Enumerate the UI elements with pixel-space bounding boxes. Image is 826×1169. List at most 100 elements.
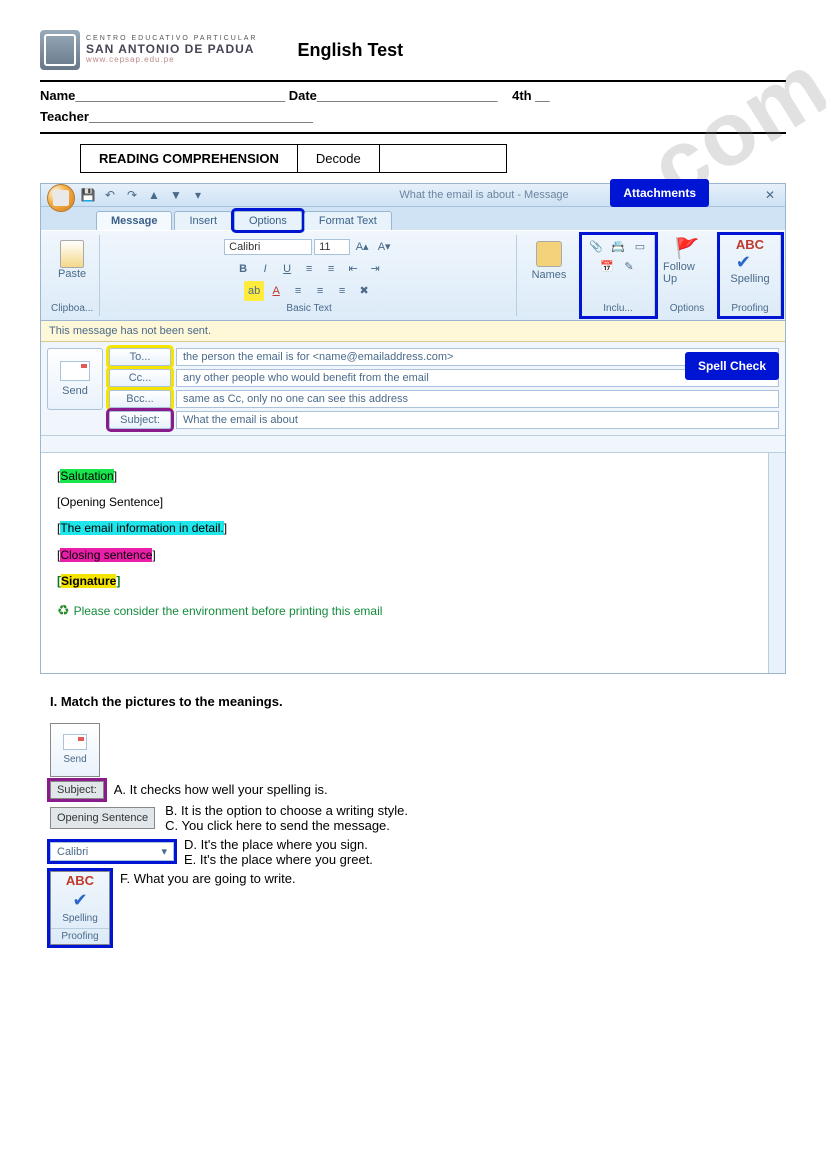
italic-button[interactable]: I (255, 259, 275, 279)
tab-options[interactable]: Options (234, 211, 302, 230)
business-card-icon[interactable]: ▭ (630, 237, 650, 257)
option-f: F. What you are going to write. (120, 871, 296, 886)
flag-icon: 🚩 (675, 236, 700, 261)
to-button[interactable]: To... (109, 348, 171, 366)
followup-button[interactable]: 🚩 Follow Up (663, 237, 711, 285)
paste-icon (60, 240, 84, 268)
underline-button[interactable]: U (277, 259, 297, 279)
scrollbar[interactable] (768, 453, 785, 673)
paste-button[interactable]: Paste (53, 237, 91, 283)
clear-format-icon[interactable]: ✖ (354, 281, 374, 301)
address-area: Spell Check Send To... the person the em… (41, 342, 785, 436)
signature-placeholder: Signature (61, 574, 116, 588)
school-logo: CENTRO EDUCATIVO PARTICULAR SAN ANTONIO … (40, 30, 257, 70)
font-size-selector[interactable]: 11 (314, 239, 350, 255)
prev-icon[interactable]: ▲ (145, 187, 163, 203)
font-selector[interactable]: Calibri (224, 239, 312, 255)
abc-icon: ABC✔ (736, 237, 764, 273)
match-send-image: Send (50, 723, 100, 777)
bcc-input[interactable]: same as Cc, only no one can see this add… (176, 390, 779, 408)
highlight-icon[interactable]: ab (244, 281, 264, 301)
name-field[interactable]: Name_____________________________ (40, 88, 285, 103)
match-proofing-label: Proofing (51, 928, 109, 942)
page-title: English Test (297, 40, 403, 61)
form-fields: Name_____________________________ Date__… (40, 80, 786, 134)
tab-insert[interactable]: Insert (174, 211, 232, 230)
box-cell3 (379, 144, 506, 172)
basic-text-label: Basic Text (286, 303, 331, 314)
names-button[interactable]: Names (525, 237, 573, 285)
outdent-icon[interactable]: ⇤ (343, 259, 363, 279)
teacher-field[interactable]: Teacher_______________________________ (40, 109, 313, 124)
undo-icon[interactable]: ↶ (101, 187, 119, 203)
qat-more-icon[interactable]: ▾ (189, 187, 207, 203)
signature-icon[interactable]: ✎ (619, 257, 639, 277)
numbering-icon[interactable]: ≡ (321, 259, 341, 279)
bullets-icon[interactable]: ≡ (299, 259, 319, 279)
clipboard-group: Paste Clipboa... (45, 235, 100, 316)
tab-message[interactable]: Message (96, 211, 172, 230)
grade-field[interactable]: 4th __ (512, 88, 550, 103)
box-cell1: READING COMPREHENSION (81, 144, 298, 172)
indent-icon[interactable]: ⇥ (365, 259, 385, 279)
salutation-placeholder: Salutation (60, 469, 113, 483)
options-group: 🚩 Follow Up Options (657, 235, 718, 316)
tab-format-text[interactable]: Format Text (304, 211, 392, 230)
chevron-down-icon: ▾ (161, 845, 167, 858)
grow-font-icon[interactable]: A▴ (352, 237, 372, 257)
opening-placeholder: [Opening Sentence] (57, 489, 769, 515)
include-group: 📎 📇 ▭ 📅 ✎ Inclu... (582, 235, 655, 316)
environment-msg: Please consider the environment before p… (74, 604, 383, 618)
subject-button[interactable]: Subject: (109, 411, 171, 429)
attach-item-icon[interactable]: 📇 (608, 237, 628, 257)
align-center-icon[interactable]: ≡ (310, 281, 330, 301)
match-font-image: Calibri ▾ (50, 842, 174, 861)
logo-line3: www.cepsap.edu.pe (86, 56, 257, 65)
box-cell2: Decode (297, 144, 379, 172)
closing-placeholder: Closing sentence (60, 548, 152, 562)
names-label: Names (532, 269, 567, 281)
redo-icon[interactable]: ↷ (123, 187, 141, 203)
subject-input[interactable]: What the email is about (176, 411, 779, 429)
font-color-icon[interactable]: A (266, 281, 286, 301)
document-header: CENTRO EDUCATIVO PARTICULAR SAN ANTONIO … (40, 30, 786, 70)
ruler (41, 436, 785, 453)
option-a: A. It checks how well your spelling is. (114, 782, 328, 797)
include-label: Inclu... (603, 303, 632, 314)
attach-file-icon[interactable]: 📎 (586, 237, 606, 257)
match-subject-image: Subject: (50, 781, 104, 799)
match-spelling-label: Spelling (62, 913, 98, 924)
bcc-button[interactable]: Bcc... (109, 390, 171, 408)
basic-text-group: Calibri 11 A▴ A▾ B I U ≡ ≡ ⇤ ⇥ ab A ≡ ≡ … (102, 235, 517, 316)
logo-text: CENTRO EDUCATIVO PARTICULAR SAN ANTONIO … (86, 35, 257, 65)
close-icon[interactable]: ✕ (761, 187, 779, 203)
clipboard-label: Clipboa... (51, 303, 93, 314)
instruction-box: READING COMPREHENSION Decode (80, 144, 507, 173)
option-e: E. It's the place where you greet. (184, 852, 373, 867)
match-font-label: Calibri (57, 846, 88, 858)
next-icon[interactable]: ▼ (167, 187, 185, 203)
send-button[interactable]: Send (47, 348, 103, 410)
cc-button[interactable]: Cc... (109, 369, 171, 387)
spelling-label: Spelling (730, 273, 769, 285)
align-left-icon[interactable]: ≡ (288, 281, 308, 301)
office-orb-icon[interactable] (47, 184, 75, 212)
shrink-font-icon[interactable]: A▾ (374, 237, 394, 257)
bold-button[interactable]: B (233, 259, 253, 279)
spellcheck-callout: Spell Check (685, 352, 779, 380)
envelope-icon (60, 361, 90, 381)
paste-label: Paste (58, 268, 86, 280)
align-right-icon[interactable]: ≡ (332, 281, 352, 301)
spelling-button[interactable]: ABC✔ Spelling (726, 237, 774, 285)
check-icon: ✔ (72, 890, 87, 911)
option-b: B. It is the option to choose a writing … (165, 803, 408, 818)
proofing-label: Proofing (731, 303, 768, 314)
detail-placeholder: The email information in detail. (60, 521, 223, 535)
option-d: D. It's the place where you sign. (184, 837, 373, 852)
email-body[interactable]: [Salutation] [Opening Sentence] [The ema… (41, 453, 785, 673)
calendar-icon[interactable]: 📅 (597, 257, 617, 277)
options-group-label: Options (670, 303, 704, 314)
save-icon[interactable]: 💾 (79, 187, 97, 203)
date-field[interactable]: Date_________________________ (289, 88, 498, 103)
crest-icon (40, 30, 80, 70)
